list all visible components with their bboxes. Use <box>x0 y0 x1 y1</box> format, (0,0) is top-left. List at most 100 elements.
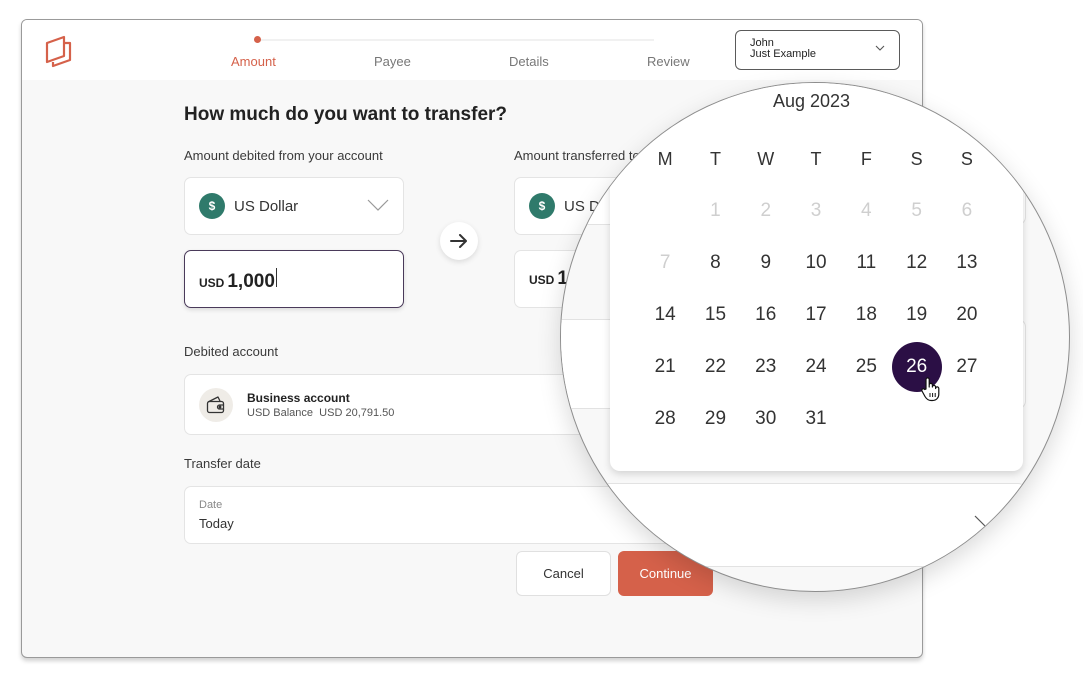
account-name: Business account <box>247 390 350 405</box>
to-amount-currency: USD <box>529 273 555 287</box>
date-picker-calendar: Aug 2023 MTWTFSS 1 2 3 4 5 6 7 8 9 10 11 12 13 14 15 16… <box>610 83 1023 471</box>
step-amount[interactable]: Amount <box>231 54 276 69</box>
calendar-week-row: 1 2 3 4 5 6 <box>640 185 1000 237</box>
calendar-day[interactable]: 25 <box>841 356 891 378</box>
calendar-day-disabled: 5 <box>891 200 941 222</box>
weekday-label: F <box>860 148 872 169</box>
calendar-day[interactable]: 8 <box>690 252 740 274</box>
calendar-day-number: 30 <box>755 408 777 429</box>
calendar-day-disabled: 1 <box>690 200 740 222</box>
calendar-day-number: 4 <box>861 200 872 221</box>
weekday-label: T <box>709 148 721 169</box>
calendar-day[interactable]: 14 <box>640 304 690 326</box>
calendar-week-row: 14 15 16 17 18 19 20 <box>640 289 1000 341</box>
from-currency-select[interactable]: $ US Dollar <box>184 177 404 235</box>
calendar-day[interactable]: 9 <box>741 252 791 274</box>
from-amount-currency: USD <box>199 276 225 290</box>
chevron-down-icon <box>367 199 389 211</box>
debited-amount-label: Amount debited from your account <box>184 148 383 163</box>
weekday-label: S <box>910 148 923 169</box>
calendar-day-disabled: 3 <box>791 200 841 222</box>
weekday-label: W <box>757 148 775 169</box>
calendar-day-number: 27 <box>956 356 978 377</box>
dollar-coin-icon: $ <box>529 193 555 219</box>
magnified-content: Aug 2023 MTWTFSS 1 2 3 4 5 6 7 8 9 10 11 12 13 14 15 16… <box>561 83 1069 591</box>
calendar-day[interactable]: 23 <box>741 356 791 378</box>
calendar-day-number: 16 <box>755 304 777 325</box>
swap-direction-button[interactable] <box>440 222 478 260</box>
step-review[interactable]: Review <box>647 54 690 69</box>
chevron-down-icon <box>875 45 885 51</box>
calendar-day[interactable]: 18 <box>841 304 891 326</box>
calendar-day-number: 1 <box>710 200 721 221</box>
calendar-day-disabled: 7 <box>640 252 690 274</box>
from-currency-name: US Dollar <box>234 197 299 215</box>
magnified-date-field <box>561 483 1026 567</box>
calendar-day[interactable]: 28 <box>640 408 690 430</box>
active-step-dot <box>254 36 261 43</box>
calendar-day-number: 23 <box>755 356 777 377</box>
calendar-day-number: 19 <box>906 304 928 325</box>
weekday-label: M <box>657 148 673 169</box>
calendar-day-number: 17 <box>805 304 827 325</box>
account-balance: USD Balance USD 20,791.50 <box>247 407 394 419</box>
calendar-day-number: 2 <box>760 200 772 221</box>
calendar-day-selected[interactable]: 26 <box>891 342 942 392</box>
top-bar: Amount Payee Details Review John Just Ex… <box>22 20 922 80</box>
from-amount-input[interactable]: USD 1,000 <box>184 250 404 308</box>
calendar-day-number: 11 <box>856 252 877 273</box>
calendar-day-number: 15 <box>704 304 727 325</box>
calendar-day-number: 29 <box>704 408 727 429</box>
stacked-cards-logo-icon[interactable] <box>44 34 76 68</box>
account-info: Business account USD Balance USD 20,791.… <box>247 391 394 419</box>
calendar-day-disabled: 2 <box>741 200 791 222</box>
calendar-day[interactable]: 19 <box>891 304 941 326</box>
calendar-day[interactable]: 11 <box>841 252 891 274</box>
calendar-day-disabled: 4 <box>841 200 891 222</box>
page-title: How much do you want to transfer? <box>184 104 508 125</box>
hand-pointer-icon <box>921 377 940 402</box>
dollar-coin-icon: $ <box>199 193 225 219</box>
calendar-day-number: 24 <box>805 356 827 377</box>
calendar-day-number: 9 <box>760 252 772 273</box>
stepper-track <box>254 39 654 41</box>
chevron-down-icon <box>974 515 987 528</box>
user-account-select[interactable]: John Just Example <box>735 30 900 70</box>
calendar-day-number: 20 <box>956 304 978 325</box>
text-caret <box>275 268 277 287</box>
calendar-day-number: 28 <box>654 408 676 429</box>
calendar-day-number: 8 <box>710 252 721 273</box>
calendar-day[interactable]: 27 <box>942 356 992 378</box>
calendar-day[interactable]: 24 <box>791 356 841 378</box>
calendar-day-number: 18 <box>855 304 877 325</box>
calendar-day[interactable]: 29 <box>690 408 740 430</box>
calendar-day[interactable]: 16 <box>741 304 791 326</box>
calendar-day[interactable]: 12 <box>891 252 941 274</box>
step-details[interactable]: Details <box>509 54 549 69</box>
step-payee[interactable]: Payee <box>374 54 411 69</box>
calendar-day-number: 22 <box>704 356 727 377</box>
calendar-day[interactable]: 13 <box>942 252 992 274</box>
balance-value: USD 20,791.50 <box>319 406 395 419</box>
weekday-label: T <box>810 148 822 169</box>
calendar-day[interactable]: 21 <box>640 356 690 378</box>
calendar-day-number: 6 <box>961 200 973 221</box>
calendar-day[interactable]: 22 <box>690 356 740 378</box>
calendar-week-row: 7 8 9 10 11 12 13 <box>640 237 1000 289</box>
calendar-day[interactable]: 15 <box>690 304 740 326</box>
calendar-day-number: 3 <box>810 200 822 221</box>
calendar-week-row: 28 29 30 31 <box>640 393 1000 445</box>
calendar-day[interactable]: 17 <box>791 304 841 326</box>
calendar-day[interactable]: 10 <box>791 252 841 274</box>
calendar-grid: MTWTFSS 1 2 3 4 5 6 7 8 9 10 11 12 13 14 15 16 17 18 19 20 2… <box>640 133 1000 445</box>
calendar-day[interactable]: 20 <box>942 304 992 326</box>
calendar-day[interactable]: 30 <box>741 408 791 430</box>
debited-account-label: Debited account <box>184 344 278 359</box>
calendar-day-number: 10 <box>805 252 827 273</box>
calendar-day-number: 31 <box>805 408 827 429</box>
calendar-magnifier: Aug 2023 MTWTFSS 1 2 3 4 5 6 7 8 9 10 11 12 13 14 15 16… <box>560 82 1070 592</box>
calendar-day[interactable]: 31 <box>791 408 841 430</box>
calendar-day-number: 25 <box>855 356 877 377</box>
from-amount-value: 1,000 <box>227 271 275 292</box>
arrow-right-icon <box>450 234 467 248</box>
